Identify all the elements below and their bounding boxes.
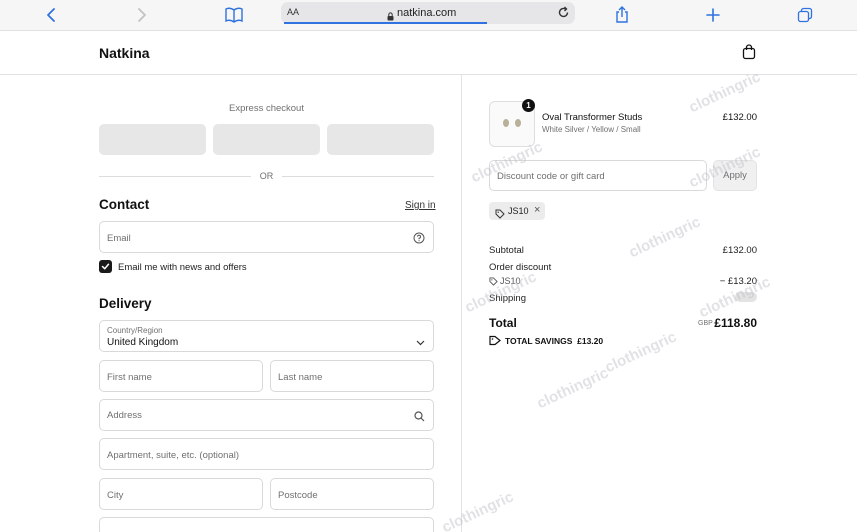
last-name-placeholder: Last name bbox=[278, 372, 323, 383]
city-field[interactable]: City bbox=[99, 478, 263, 510]
contact-heading: Contact bbox=[99, 197, 150, 212]
tag-icon bbox=[489, 277, 498, 288]
total-value: £118.80 bbox=[714, 316, 757, 330]
column-divider bbox=[461, 75, 462, 532]
chevron-down-icon bbox=[416, 333, 425, 351]
apartment-field[interactable]: Apartment, suite, etc. (optional) bbox=[99, 438, 434, 470]
help-icon[interactable] bbox=[413, 231, 425, 249]
forward-icon[interactable] bbox=[131, 4, 153, 26]
express-pay-button-1[interactable] bbox=[99, 124, 206, 155]
product-name: Oval Transformer Studs bbox=[542, 112, 643, 123]
quantity-badge: 1 bbox=[522, 99, 535, 112]
text-size-button[interactable]: AA bbox=[287, 7, 299, 17]
tag-icon bbox=[495, 206, 505, 224]
country-label: Country/Region bbox=[107, 326, 163, 335]
shipping-label: Shipping bbox=[489, 293, 526, 304]
watermark: clothingric bbox=[534, 364, 612, 413]
brand-logo[interactable]: Natkina bbox=[99, 45, 150, 61]
address-bar[interactable]: AA natkina.com bbox=[281, 2, 575, 24]
city-placeholder: City bbox=[107, 490, 124, 501]
shipping-value-placeholder bbox=[735, 292, 757, 302]
newsletter-checkbox[interactable] bbox=[99, 260, 112, 273]
tag-icon bbox=[489, 335, 501, 348]
email-field[interactable]: Email bbox=[99, 221, 434, 253]
express-pay-button-2[interactable] bbox=[213, 124, 320, 155]
applied-code-label: JS10 bbox=[508, 206, 529, 216]
apartment-placeholder: Apartment, suite, etc. (optional) bbox=[107, 450, 240, 461]
applied-code-chip: JS10 × bbox=[489, 202, 545, 220]
reload-icon[interactable] bbox=[557, 6, 570, 24]
product-price: £132.00 bbox=[722, 112, 757, 123]
total-label: Total bbox=[489, 316, 517, 330]
discount-code-input[interactable]: Discount code or gift card bbox=[489, 160, 707, 191]
order-discount-label: Order discount bbox=[489, 262, 552, 273]
back-icon[interactable] bbox=[40, 4, 62, 26]
savings-value: £13.20 bbox=[577, 336, 604, 346]
new-tab-icon[interactable] bbox=[702, 4, 724, 26]
bookmarks-icon[interactable] bbox=[223, 4, 245, 26]
address-field[interactable]: Address bbox=[99, 399, 434, 431]
watermark: clothingric bbox=[439, 488, 517, 532]
country-value: United Kingdom bbox=[107, 337, 179, 348]
postcode-field[interactable]: Postcode bbox=[270, 478, 434, 510]
postcode-placeholder: Postcode bbox=[278, 490, 318, 501]
sign-in-link[interactable]: Sign in bbox=[405, 200, 436, 211]
newsletter-label: Email me with news and offers bbox=[118, 262, 247, 273]
delivery-heading: Delivery bbox=[99, 296, 152, 311]
subtotal-label: Subtotal bbox=[489, 245, 524, 256]
express-pay-button-3[interactable] bbox=[327, 124, 434, 155]
page-load-progress bbox=[284, 22, 487, 24]
shop-header: Natkina bbox=[0, 31, 857, 75]
browser-toolbar: AA natkina.com bbox=[0, 0, 857, 31]
tabs-overview-icon[interactable] bbox=[794, 4, 816, 26]
url-text: natkina.com bbox=[397, 7, 457, 19]
country-select[interactable]: Country/Region United Kingdom bbox=[99, 320, 434, 352]
discount-placeholder: Discount code or gift card bbox=[497, 171, 605, 182]
email-placeholder: Email bbox=[107, 233, 131, 244]
share-icon[interactable] bbox=[611, 4, 633, 26]
address-placeholder: Address bbox=[107, 410, 142, 421]
watermark: clothingric bbox=[602, 328, 680, 377]
first-name-field[interactable]: First name bbox=[99, 360, 263, 392]
discount-code-label: JS10 bbox=[500, 276, 521, 286]
first-name-placeholder: First name bbox=[107, 372, 152, 383]
or-divider: OR bbox=[99, 170, 434, 182]
discount-value: − £13.20 bbox=[719, 276, 757, 287]
phone-field[interactable] bbox=[99, 517, 434, 532]
watermark: clothingric bbox=[686, 68, 764, 117]
last-name-field[interactable]: Last name bbox=[270, 360, 434, 392]
product-variant: White Silver / Yellow / Small bbox=[542, 125, 641, 134]
apply-discount-button[interactable]: Apply bbox=[713, 160, 757, 191]
shopping-bag-icon[interactable] bbox=[742, 44, 756, 65]
express-checkout-label: Express checkout bbox=[229, 103, 304, 114]
search-icon bbox=[414, 409, 425, 427]
savings-label: TOTAL SAVINGS bbox=[505, 336, 573, 346]
subtotal-value: £132.00 bbox=[722, 245, 757, 256]
remove-code-icon[interactable]: × bbox=[534, 204, 540, 216]
